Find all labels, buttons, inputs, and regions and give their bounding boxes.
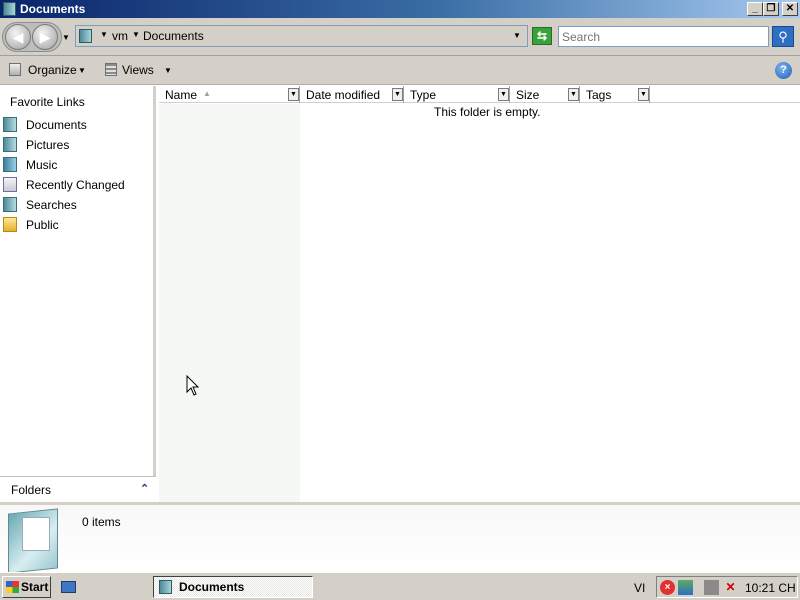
favorite-link-label: Music xyxy=(26,158,58,172)
column-filter-dropdown-icon[interactable]: ▼ xyxy=(288,88,299,101)
network-icon[interactable] xyxy=(678,580,693,595)
favorite-link-documents[interactable]: Documents xyxy=(0,115,150,135)
chevron-up-icon: ⌃ xyxy=(140,483,150,495)
mouse-cursor-icon xyxy=(186,375,200,396)
favorite-link-recently-changed[interactable]: Recently Changed xyxy=(0,175,150,195)
restore-button[interactable]: ❐ xyxy=(763,2,779,16)
security-alert-icon[interactable]: × xyxy=(660,580,675,595)
network-disconnected-icon[interactable] xyxy=(704,580,719,595)
column-filter-dropdown-icon[interactable]: ▼ xyxy=(568,88,579,101)
folders-toggle[interactable]: Folders ⌃ xyxy=(0,476,156,502)
documents-folder-icon xyxy=(3,2,16,16)
address-dropdown-icon[interactable]: ▼ xyxy=(513,31,521,40)
column-filter-dropdown-icon[interactable]: ▼ xyxy=(392,88,403,101)
address-bar[interactable]: ▼ vm ▼ Documents ▼ xyxy=(75,25,528,47)
favorite-link-label: Searches xyxy=(26,198,77,212)
breadcrumb-arrow-icon[interactable]: ▼ xyxy=(132,30,140,39)
documents-folder-icon xyxy=(159,580,172,594)
name-column-highlight xyxy=(159,104,300,502)
views-button[interactable]: Views xyxy=(122,63,154,77)
navigation-pane: Favorite Links Documents Pictures Music … xyxy=(0,86,156,502)
search-input[interactable] xyxy=(558,26,769,47)
column-header-name[interactable]: Name ▲ ▼ xyxy=(159,86,300,103)
column-filter-dropdown-icon[interactable]: ▼ xyxy=(638,88,649,101)
clock[interactable]: 10:21 CH xyxy=(745,581,796,595)
folders-label: Folders xyxy=(11,483,52,497)
favorite-link-music[interactable]: Music xyxy=(0,155,150,175)
favorite-link-label: Documents xyxy=(26,118,87,132)
start-label: Start xyxy=(21,580,49,594)
favorite-links-heading: Favorite Links xyxy=(10,95,85,109)
breadcrumb-arrow-icon[interactable]: ▼ xyxy=(100,30,108,39)
search-button[interactable]: ⚲ xyxy=(772,26,794,47)
organize-dropdown-icon[interactable]: ▼ xyxy=(78,66,86,75)
title-bar: Documents _ ❐ ✕ xyxy=(0,0,800,18)
search-icon: ⚲ xyxy=(778,29,788,44)
document-page-icon xyxy=(22,517,50,551)
documents-folder-icon xyxy=(79,29,92,43)
details-pane: 0 items xyxy=(0,502,800,574)
help-button[interactable]: ? xyxy=(775,62,792,79)
searches-icon xyxy=(3,197,17,212)
taskbar-item-label: Documents xyxy=(179,580,245,594)
volume-muted-icon[interactable]: ✕ xyxy=(723,580,738,595)
taskbar-item-documents[interactable]: Documents xyxy=(153,576,313,598)
show-desktop-icon[interactable] xyxy=(61,581,76,593)
column-header-label: Name xyxy=(165,88,198,102)
windows-logo-icon xyxy=(6,581,19,593)
address-row: ◀ ▶ ▼ ▼ vm ▼ Documents ▼ ⇆ ⚲ xyxy=(0,18,800,56)
column-header-label: Type xyxy=(410,88,437,102)
sort-ascending-icon: ▲ xyxy=(203,89,211,98)
column-header-date-modified[interactable]: Date modified ▼ xyxy=(300,86,404,103)
favorite-link-label: Public xyxy=(26,218,59,232)
favorite-link-label: Recently Changed xyxy=(26,178,125,192)
column-header-size[interactable]: Size ▼ xyxy=(510,86,580,103)
minimize-button[interactable]: _ xyxy=(747,2,763,16)
taskbar: Start Documents VI × ✕ 10:21 CH xyxy=(0,572,800,600)
column-headers: Name ▲ ▼ Date modified ▼ Type ▼ Size ▼ T… xyxy=(159,86,800,103)
favorite-link-searches[interactable]: Searches xyxy=(0,195,150,215)
music-icon xyxy=(3,157,17,172)
start-button[interactable]: Start xyxy=(2,576,51,598)
system-tray: × ✕ 10:21 CH xyxy=(656,576,798,598)
language-indicator[interactable]: VI xyxy=(634,581,645,595)
column-header-label: Tags xyxy=(586,88,612,102)
favorite-link-pictures[interactable]: Pictures xyxy=(0,135,150,155)
public-folder-icon xyxy=(3,217,17,232)
back-button[interactable]: ◀ xyxy=(5,24,31,50)
window-title: Documents xyxy=(20,2,86,16)
command-bar: Organize ▼ Views ▼ ? xyxy=(0,56,800,85)
breadcrumb-vm[interactable]: vm xyxy=(112,29,128,43)
column-header-type[interactable]: Type ▼ xyxy=(404,86,510,103)
organize-button[interactable]: Organize xyxy=(28,63,77,77)
file-list[interactable]: Name ▲ ▼ Date modified ▼ Type ▼ Size ▼ T… xyxy=(159,86,800,502)
organize-icon xyxy=(9,63,21,76)
empty-folder-message: This folder is empty. xyxy=(434,105,541,119)
favorite-link-public[interactable]: Public xyxy=(0,215,150,235)
column-filter-dropdown-icon[interactable]: ▼ xyxy=(498,88,509,101)
forward-button[interactable]: ▶ xyxy=(32,24,58,50)
item-count: 0 items xyxy=(82,515,121,529)
pictures-icon xyxy=(3,137,17,152)
column-header-tags[interactable]: Tags ▼ xyxy=(580,86,650,103)
views-dropdown-icon[interactable]: ▼ xyxy=(164,66,172,75)
close-button[interactable]: ✕ xyxy=(782,2,798,16)
documents-icon xyxy=(3,117,17,132)
favorite-link-label: Pictures xyxy=(26,138,70,152)
breadcrumb-documents[interactable]: Documents xyxy=(143,29,204,43)
refresh-button[interactable]: ⇆ xyxy=(532,27,552,45)
recently-changed-icon xyxy=(3,177,17,192)
recent-pages-dropdown-icon[interactable]: ▼ xyxy=(62,33,72,42)
column-header-label: Size xyxy=(516,88,540,102)
views-icon xyxy=(105,63,117,76)
column-header-label: Date modified xyxy=(306,88,381,102)
